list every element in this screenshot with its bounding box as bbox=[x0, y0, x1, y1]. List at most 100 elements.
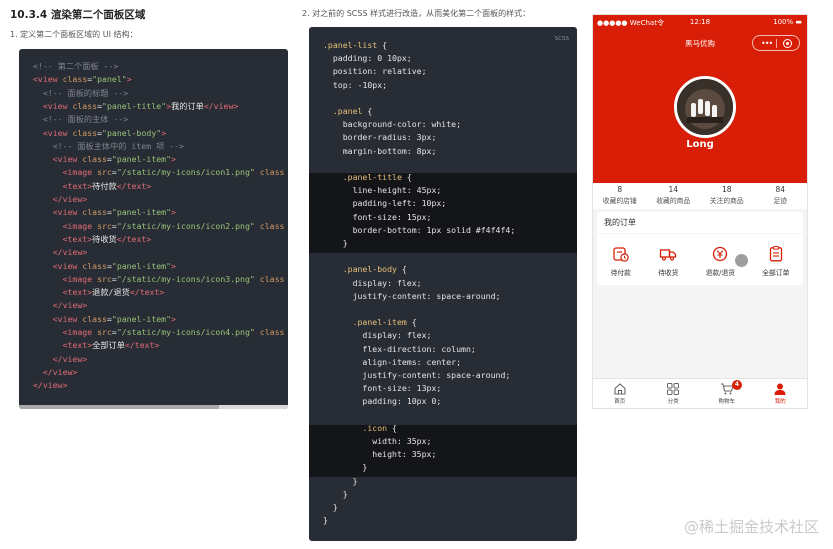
panel-item-refund[interactable]: 退款/退货 bbox=[706, 245, 735, 277]
code-line: flex-direction: column; bbox=[323, 343, 475, 356]
code-line: top: -10px; bbox=[323, 79, 387, 92]
tab-home[interactable]: 首页 bbox=[593, 379, 647, 408]
code-token: 10px; bbox=[421, 198, 447, 209]
code-token: } bbox=[323, 475, 358, 486]
code-line: <text>待收货</text> bbox=[33, 233, 152, 246]
code-line: <!-- 第二个面板 --> bbox=[33, 60, 118, 73]
code-token: </view> bbox=[52, 300, 88, 311]
code-token: "panel-title" bbox=[102, 100, 167, 111]
stat-item[interactable]: 14 收藏的商品 bbox=[647, 183, 701, 209]
code-token: background-color: bbox=[323, 119, 432, 130]
panel-item-pending-receipt[interactable]: 待收货 bbox=[658, 245, 678, 277]
code-token: 待收货 bbox=[92, 233, 117, 244]
code-token: "panel-body" bbox=[102, 127, 162, 138]
step-2-text: 2. 对之前的 SCSS 样式进行改造，从而美化第二个面板的样式： bbox=[302, 9, 531, 18]
code-line: <view class="panel-title">我的订单</view> bbox=[33, 100, 238, 113]
code-token: } bbox=[323, 502, 338, 512]
code-token: margin-bottom: bbox=[323, 145, 417, 156]
code-token: src bbox=[97, 220, 112, 231]
code-token: <text> bbox=[62, 180, 93, 191]
more-icon[interactable]: ••• bbox=[761, 39, 773, 48]
code-token: 1px solid #f4f4f4; bbox=[426, 224, 516, 235]
stat-label: 收藏的商品 bbox=[656, 197, 691, 205]
code-token: > bbox=[161, 127, 167, 138]
code-token: <view bbox=[52, 207, 83, 218]
home-icon bbox=[614, 383, 626, 395]
panel-item-pending-payment[interactable]: 待付款 bbox=[611, 245, 631, 277]
code-token: relative; bbox=[382, 66, 427, 77]
avatar-image bbox=[677, 79, 733, 135]
code-line: <image src="/static/my-icons/icon2.png" … bbox=[33, 220, 285, 233]
code-token: </view> bbox=[33, 380, 68, 391]
code-line: } bbox=[323, 461, 367, 474]
code-token: .panel-item bbox=[323, 317, 412, 328]
code-token: </view> bbox=[42, 366, 78, 377]
code-line: .panel { bbox=[323, 105, 372, 118]
code-line: <view class="panel-item"> bbox=[33, 313, 176, 326]
code-token: <text> bbox=[62, 340, 93, 351]
code-token: </text> bbox=[116, 233, 152, 244]
code-token: <image bbox=[62, 167, 98, 178]
code-line: </view> bbox=[33, 299, 88, 312]
code-line: display: flex; bbox=[323, 277, 422, 290]
code-token: { bbox=[382, 40, 388, 50]
tab-my[interactable]: 我的 bbox=[754, 379, 808, 408]
tab-label: 购物车 bbox=[718, 399, 735, 405]
code-token: > bbox=[171, 313, 176, 324]
code-token: <text> bbox=[62, 287, 93, 298]
tab-cart[interactable]: 4 购物车 bbox=[700, 379, 754, 408]
code-line: .icon { bbox=[323, 422, 397, 435]
status-bar: ●●●●● WeChat令 12:18 100% ▬ bbox=[593, 15, 807, 31]
panel-item-all-orders[interactable]: 全部订单 bbox=[762, 245, 789, 277]
stat-item[interactable]: 18 关注的商品 bbox=[700, 183, 754, 209]
tab-bar: 首页 分类 4 购物车 我的 bbox=[593, 378, 807, 408]
code-line: height: 35px; bbox=[323, 448, 436, 461]
avatar[interactable] bbox=[674, 76, 736, 138]
code-token: > bbox=[171, 260, 176, 271]
code-line: align-items: center; bbox=[323, 356, 461, 369]
code-line: <view class="panel-body"> bbox=[33, 127, 166, 140]
code-token: { bbox=[367, 106, 373, 116]
close-target-icon[interactable] bbox=[783, 39, 792, 48]
code-line: <image src="/static/my-icons/icon3.png" … bbox=[33, 273, 285, 286]
code-line: position: relative; bbox=[323, 65, 427, 78]
code-token: } bbox=[323, 515, 328, 526]
code-line: </view> bbox=[33, 379, 68, 392]
tab-category[interactable]: 分类 bbox=[647, 379, 701, 408]
code-token: } bbox=[323, 488, 348, 499]
panel-body: 待付款 待收货 退款/退货 全部订单 bbox=[597, 234, 803, 277]
code-line: } bbox=[323, 501, 338, 514]
code-token: <image bbox=[62, 327, 98, 337]
step-1-text: 1. 定义第二个面板区域的 UI 结构： bbox=[10, 30, 138, 39]
code-token: } bbox=[323, 238, 348, 248]
grid-icon bbox=[667, 383, 680, 395]
mini-program-capsule[interactable]: ••• bbox=[752, 35, 800, 51]
code-line: <!-- 面板的标题 --> bbox=[33, 87, 128, 100]
code-token: height: bbox=[323, 449, 412, 460]
code-token: <image bbox=[62, 273, 98, 284]
code-token: 35px; bbox=[406, 436, 432, 446]
code-token: > bbox=[171, 207, 176, 218]
stat-item[interactable]: 8 收藏的店铺 bbox=[593, 183, 647, 209]
code-token: space-around; bbox=[446, 370, 511, 380]
touch-indicator bbox=[735, 254, 748, 267]
code-token: { bbox=[401, 264, 407, 275]
stat-item[interactable]: 84 足迹 bbox=[754, 183, 808, 209]
code-token: <view bbox=[33, 74, 63, 85]
code-token: <!-- 第二个面板 --> bbox=[33, 61, 119, 71]
stat-label: 收藏的店铺 bbox=[602, 197, 637, 205]
code-scrollbar-thumb[interactable] bbox=[19, 405, 219, 409]
